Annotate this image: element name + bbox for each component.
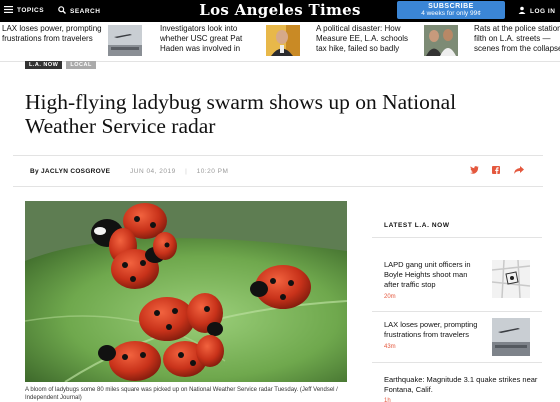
topics-menu[interactable]: TOPICS [4, 6, 44, 15]
facebook-icon[interactable] [492, 166, 500, 176]
article-photo[interactable] [25, 201, 347, 382]
search-icon [58, 6, 66, 16]
top-nav: TOPICS SEARCH Los Angeles Times SUBSCRIB… [0, 0, 560, 22]
headline-strip: LAX loses power, prompting frustrations … [0, 22, 560, 62]
byline-row: By JACLYN COSGROVE JUN 04, 2019 | 10:20 … [13, 155, 543, 187]
sidebar-thumbnail[interactable] [491, 259, 531, 299]
strip-thumbnail[interactable] [108, 25, 142, 56]
strip-story[interactable]: LAX loses power, prompting frustrations … [2, 24, 102, 60]
article-headline: High-flying ladybug swarm shows up on Na… [25, 90, 457, 138]
article-tags: L.A. NOW LOCAL [25, 61, 96, 69]
sidebar-item[interactable]: LAPD gang unit officers in Boyle Heights… [384, 260, 484, 290]
time-text: 10:20 PM [196, 168, 229, 175]
subscribe-label: SUBSCRIBE [428, 3, 474, 10]
strip-thumbnail[interactable] [266, 25, 300, 56]
photo-caption: A bloom of ladybugs some 80 miles square… [25, 387, 338, 401]
sidebar-title: LATEST L.A. NOW [372, 222, 542, 238]
login-label: LOG IN [530, 7, 556, 15]
date-separator: | [185, 168, 188, 175]
sidebar-item-time: 43m [384, 344, 396, 350]
strip-story[interactable]: Rats at the police station, filth on L.A… [474, 24, 560, 60]
sidebar-item-time: 1h [384, 398, 391, 402]
subscribe-button[interactable]: SUBSCRIBE 4 weeks for only 99¢ [397, 1, 505, 19]
strip-story[interactable]: Investigators look into whether USC grea… [160, 24, 260, 60]
ladybug [153, 232, 177, 260]
sidebar-item-time: 20m [384, 294, 396, 300]
ladybug [196, 335, 224, 367]
search-label: SEARCH [70, 7, 101, 15]
user-icon [518, 6, 526, 16]
sidebar-divider [372, 362, 542, 363]
search-button[interactable]: SEARCH [58, 6, 100, 16]
latest-sidebar: LATEST L.A. NOW LAPD gang unit officers … [372, 222, 542, 402]
sidebar-divider [372, 311, 542, 312]
publish-date: JUN 04, 2019 | 10:20 PM [130, 168, 228, 175]
menu-icon [4, 6, 13, 15]
subscribe-offer: 4 weeks for only 99¢ [421, 10, 481, 17]
strip-thumbnail[interactable] [424, 25, 458, 56]
strip-story[interactable]: A political disaster: How Measure EE, L.… [316, 24, 418, 60]
login-button[interactable]: LOG IN [518, 6, 555, 16]
tag-la-now[interactable]: L.A. NOW [25, 61, 63, 69]
byline[interactable]: By JACLYN COSGROVE [30, 168, 110, 175]
topics-label: TOPICS [17, 7, 45, 14]
sidebar-item[interactable]: Earthquake: Magnitude 3.1 quake strikes … [384, 375, 544, 395]
tag-local[interactable]: LOCAL [66, 61, 96, 69]
sidebar-thumbnail[interactable] [492, 318, 530, 356]
sidebar-item[interactable]: LAX loses power, prompting frustrations … [384, 320, 488, 340]
twitter-icon[interactable] [470, 166, 479, 176]
share-icon[interactable] [514, 166, 524, 176]
date-text: JUN 04, 2019 [130, 168, 176, 175]
